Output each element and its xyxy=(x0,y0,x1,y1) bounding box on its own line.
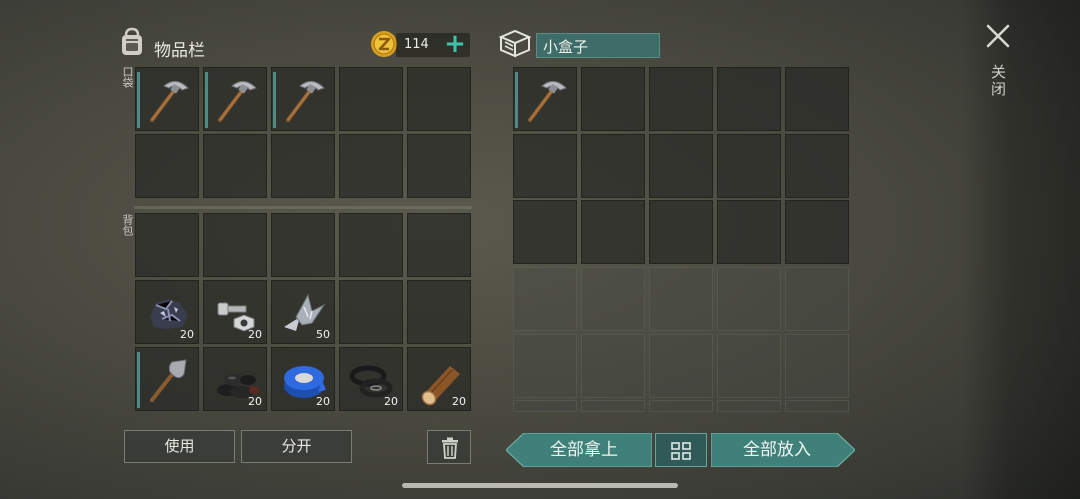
item-quantity: 20 xyxy=(384,395,398,408)
container-slot-locked xyxy=(581,267,645,331)
backpack-slot-rubber-seals[interactable]: 20 xyxy=(339,347,403,411)
container-name: 小盒子 xyxy=(543,38,589,56)
item-quantity: 20 xyxy=(452,395,466,408)
container-slot-locked xyxy=(785,334,849,398)
view-toggle-button[interactable] xyxy=(655,433,707,467)
container-slot-pickaxe[interactable] xyxy=(513,67,577,131)
container-slot-locked xyxy=(513,267,577,331)
add-coins-button[interactable]: + xyxy=(442,31,468,57)
item-quantity: 20 xyxy=(316,395,330,408)
backpack-slot-wood-log[interactable]: 20 xyxy=(407,347,471,411)
container-slot-empty[interactable] xyxy=(717,134,781,198)
container-slot-locked xyxy=(581,334,645,398)
container-slot-locked xyxy=(785,267,849,331)
grid-toggle-icon xyxy=(671,442,691,460)
container-slot-empty[interactable] xyxy=(581,134,645,198)
backpack-slot-iron-ore[interactable]: 20 xyxy=(135,280,199,344)
item-quantity: 50 xyxy=(316,328,330,341)
container-slot-locked xyxy=(785,400,849,412)
section-divider xyxy=(134,206,472,209)
split-button[interactable]: 分开 xyxy=(241,430,352,463)
backpack-icon xyxy=(122,27,142,55)
pocket-slot-pickaxe[interactable] xyxy=(135,67,199,131)
backpack-slot-empty[interactable] xyxy=(407,213,471,277)
backpack-slot-empty[interactable] xyxy=(339,280,403,344)
backpack-slot-nuts-bolts[interactable]: 20 xyxy=(203,280,267,344)
container-slot-empty[interactable] xyxy=(513,200,577,264)
container-slot-locked xyxy=(581,400,645,412)
backpack-slot-shovel[interactable] xyxy=(135,347,199,411)
backpack-slot-empty[interactable] xyxy=(407,280,471,344)
container-slot-empty[interactable] xyxy=(717,200,781,264)
pocket-slot-pickaxe[interactable] xyxy=(203,67,267,131)
backpack-slot-duct-tape[interactable]: 20 xyxy=(271,347,335,411)
container-slot-locked xyxy=(717,334,781,398)
container-slot-empty[interactable] xyxy=(513,134,577,198)
coin-count: 114 xyxy=(404,37,429,52)
backpack-label: 背包 xyxy=(121,214,134,236)
container-slot-empty[interactable] xyxy=(717,67,781,131)
pocket-slot-empty[interactable] xyxy=(407,67,471,131)
container-slot-empty[interactable] xyxy=(649,134,713,198)
container-slot-empty[interactable] xyxy=(649,67,713,131)
right-shade xyxy=(962,0,1080,499)
container-slot-locked xyxy=(649,334,713,398)
coin-icon xyxy=(371,31,397,57)
pocket-slot-pickaxe[interactable] xyxy=(271,67,335,131)
container-slot-empty[interactable] xyxy=(785,200,849,264)
backpack-slot-coal[interactable]: 20 xyxy=(203,347,267,411)
take-all-label: 全部拿上 xyxy=(550,440,618,460)
container-slot-empty[interactable] xyxy=(581,200,645,264)
pocket-slot-empty[interactable] xyxy=(339,134,403,198)
plus-icon: + xyxy=(444,29,466,59)
backpack-slot-empty[interactable] xyxy=(271,213,335,277)
backpack-slot-empty[interactable] xyxy=(135,213,199,277)
backpack-slot-empty[interactable] xyxy=(203,213,267,277)
pocket-slot-empty[interactable] xyxy=(407,134,471,198)
close-label[interactable]: 关闭 xyxy=(988,64,1009,98)
inventory-title: 物品栏 xyxy=(154,41,205,61)
container-slot-empty[interactable] xyxy=(785,134,849,198)
pocket-slot-empty[interactable] xyxy=(203,134,267,198)
use-button[interactable]: 使用 xyxy=(124,430,235,463)
pocket-slot-empty[interactable] xyxy=(135,134,199,198)
container-slot-locked xyxy=(649,267,713,331)
item-quantity: 20 xyxy=(180,328,194,341)
pocket-slot-empty[interactable] xyxy=(339,67,403,131)
trash-icon xyxy=(442,437,458,459)
container-slot-locked xyxy=(513,334,577,398)
pocket-slot-empty[interactable] xyxy=(271,134,335,198)
container-slot-empty[interactable] xyxy=(785,67,849,131)
home-indicator xyxy=(402,483,678,488)
container-slot-empty[interactable] xyxy=(649,200,713,264)
item-quantity: 20 xyxy=(248,328,262,341)
close-icon[interactable] xyxy=(984,22,1012,50)
put-all-label: 全部放入 xyxy=(743,440,811,460)
container-slot-empty[interactable] xyxy=(581,67,645,131)
container-slot-locked xyxy=(513,400,577,412)
backpack-slot-empty[interactable] xyxy=(339,213,403,277)
container-slot-locked xyxy=(717,267,781,331)
item-quantity: 20 xyxy=(248,395,262,408)
pocket-label: 口袋 xyxy=(121,66,134,88)
container-slot-locked xyxy=(717,400,781,412)
backpack-slot-scrap-metal[interactable]: 50 xyxy=(271,280,335,344)
box-icon xyxy=(498,29,532,58)
trash-button[interactable] xyxy=(427,430,471,464)
container-slot-locked xyxy=(649,400,713,412)
